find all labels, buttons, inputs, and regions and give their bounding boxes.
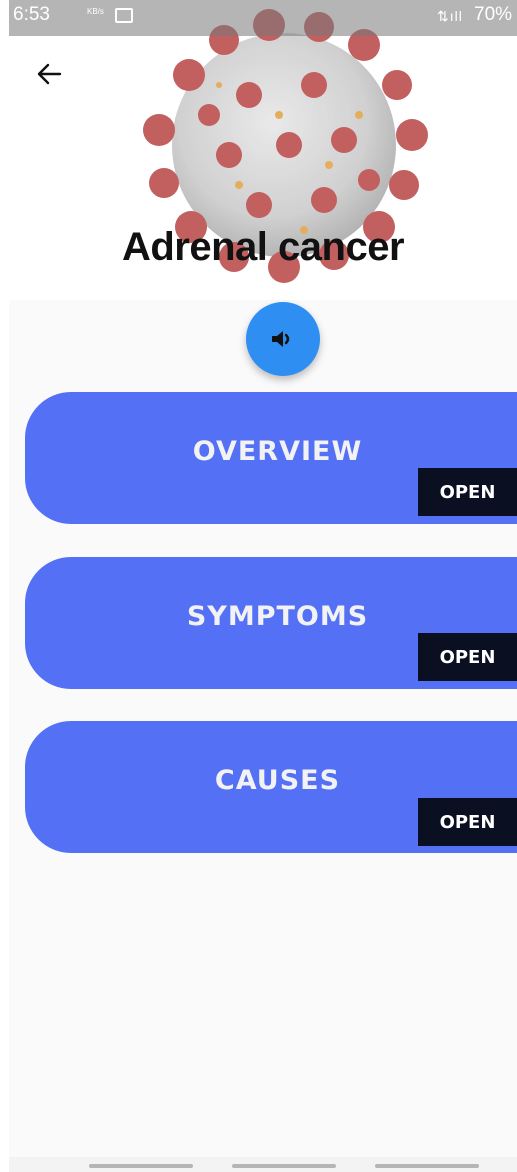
back-button[interactable]	[31, 56, 67, 92]
volume-icon	[272, 331, 290, 347]
battery-level: 70%	[474, 4, 513, 25]
sound-button[interactable]	[246, 302, 320, 376]
navigation-bar	[9, 1157, 517, 1172]
nav-recent-handle[interactable]	[89, 1164, 193, 1168]
card-title-causes: CAUSES	[214, 765, 341, 796]
open-symptoms-button[interactable]: OPEN	[418, 633, 517, 681]
page-title: Adrenal cancer	[121, 225, 405, 269]
card-title-symptoms: SYMPTOMS	[186, 601, 369, 632]
network-speed: KB/s	[87, 7, 104, 16]
gallery-notification-icon	[115, 8, 133, 23]
header: 6:53 KB/s ⇅ıll 70% Adrenal cancer	[9, 0, 517, 300]
open-overview-button[interactable]: OPEN	[418, 468, 517, 516]
arrow-left-icon	[37, 63, 62, 85]
signal-icon: ⇅ıll	[437, 8, 463, 24]
app-screen: 6:53 KB/s ⇅ıll 70% Adrenal cancer OVERVI…	[9, 0, 517, 1172]
status-time: 6:53	[13, 4, 50, 25]
status-bar: 6:53 KB/s ⇅ıll 70%	[9, 0, 517, 36]
card-title-overview: OVERVIEW	[192, 436, 363, 467]
nav-home-handle[interactable]	[232, 1164, 336, 1168]
open-causes-button[interactable]: OPEN	[418, 798, 517, 846]
nav-back-handle[interactable]	[375, 1164, 479, 1168]
